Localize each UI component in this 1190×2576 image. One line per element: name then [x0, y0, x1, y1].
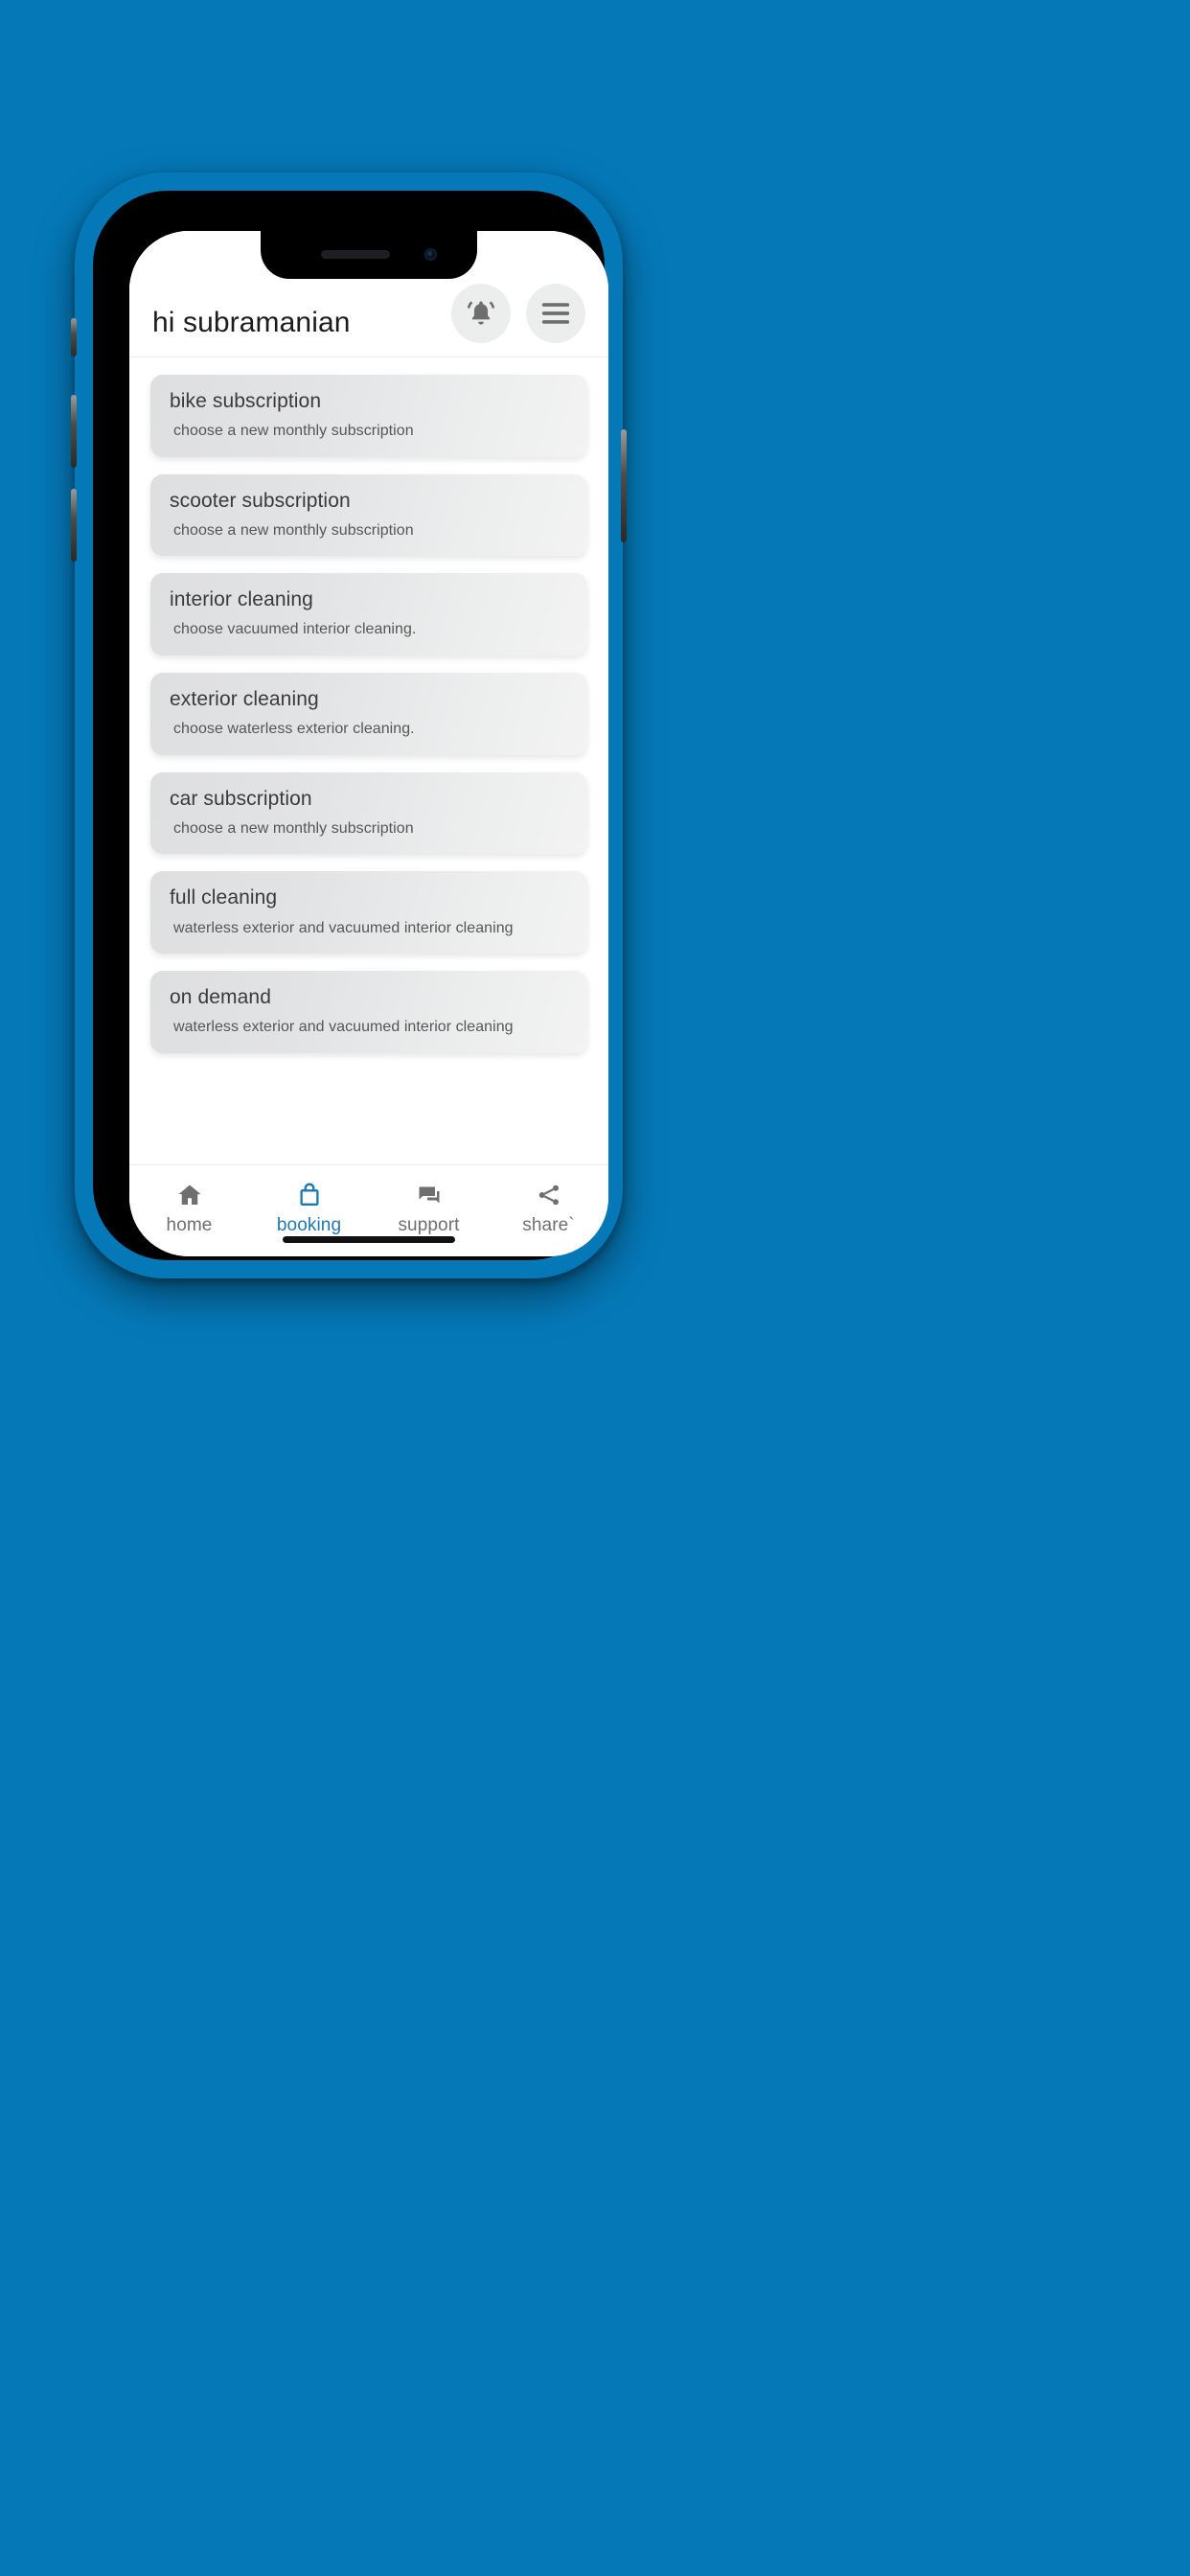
card-subtitle: waterless exterior and vacuumed interior…	[173, 1019, 514, 1036]
service-card-list: bike subscription choose a new monthly s…	[129, 357, 608, 1164]
nav-item-share[interactable]: share`	[489, 1181, 608, 1236]
power-button[interactable]	[621, 429, 627, 542]
card-subtitle: choose a new monthly subscription	[173, 521, 414, 539]
phone-screen: hi subramanian bike subscription choose …	[129, 231, 608, 1256]
service-card[interactable]: bike subscription choose a new monthly s…	[150, 375, 587, 457]
card-title: scooter subscription	[170, 489, 351, 512]
card-subtitle: waterless exterior and vacuumed interior…	[173, 919, 514, 936]
chat-bubbles-icon	[415, 1181, 444, 1209]
phone-bezel: hi subramanian bike subscription choose …	[93, 191, 608, 1260]
nav-label: home	[166, 1214, 213, 1235]
nav-label: support	[398, 1214, 460, 1235]
service-card[interactable]: scooter subscription choose a new monthl…	[150, 473, 587, 557]
front-camera	[424, 248, 437, 261]
card-subtitle: choose a new monthly subscription	[173, 819, 414, 837]
nav-item-support[interactable]: support	[369, 1181, 489, 1236]
service-card[interactable]: full cleaning waterless exterior and vac…	[150, 871, 587, 954]
screenshot-canvas: hi subramanian bike subscription choose …	[0, 0, 1190, 2576]
card-title: on demand	[170, 986, 271, 1009]
menu-button[interactable]	[526, 284, 585, 343]
earpiece-speaker	[321, 250, 390, 259]
hamburger-menu-icon	[539, 299, 572, 328]
volume-up-button[interactable]	[71, 395, 77, 468]
notifications-button[interactable]	[451, 284, 511, 343]
mute-switch[interactable]	[71, 318, 77, 356]
home-indicator[interactable]	[283, 1236, 455, 1243]
card-title: interior cleaning	[170, 588, 313, 611]
shopping-bag-icon	[295, 1181, 324, 1209]
phone-inner-frame: hi subramanian bike subscription choose …	[84, 182, 613, 1269]
greeting-title: hi subramanian	[152, 307, 351, 338]
service-card[interactable]: interior cleaning choose vacuumed interi…	[150, 573, 587, 656]
card-title: exterior cleaning	[170, 688, 319, 711]
app-root: hi subramanian bike subscription choose …	[129, 231, 608, 1256]
card-title: full cleaning	[170, 886, 278, 909]
share-nodes-icon	[535, 1181, 563, 1209]
card-subtitle: choose waterless exterior cleaning.	[173, 721, 415, 738]
device-notch	[261, 231, 477, 279]
card-subtitle: choose a new monthly subscription	[173, 423, 414, 440]
home-icon	[175, 1181, 204, 1209]
nav-label: booking	[276, 1214, 342, 1235]
service-card[interactable]: car subscription choose a new monthly su…	[150, 771, 587, 855]
service-card[interactable]: on demand waterless exterior and vacuume…	[150, 971, 587, 1053]
card-title: car subscription	[170, 787, 312, 810]
nav-label: share`	[522, 1214, 575, 1235]
volume-down-button[interactable]	[71, 489, 77, 562]
card-subtitle: choose vacuumed interior cleaning.	[173, 621, 417, 638]
bell-icon	[465, 297, 497, 330]
card-title: bike subscription	[170, 390, 322, 412]
nav-item-booking[interactable]: booking	[249, 1181, 369, 1236]
nav-item-home[interactable]: home	[129, 1181, 249, 1236]
phone-device-frame: hi subramanian bike subscription choose …	[71, 172, 627, 1278]
service-card[interactable]: exterior cleaning choose waterless exter…	[150, 673, 587, 755]
